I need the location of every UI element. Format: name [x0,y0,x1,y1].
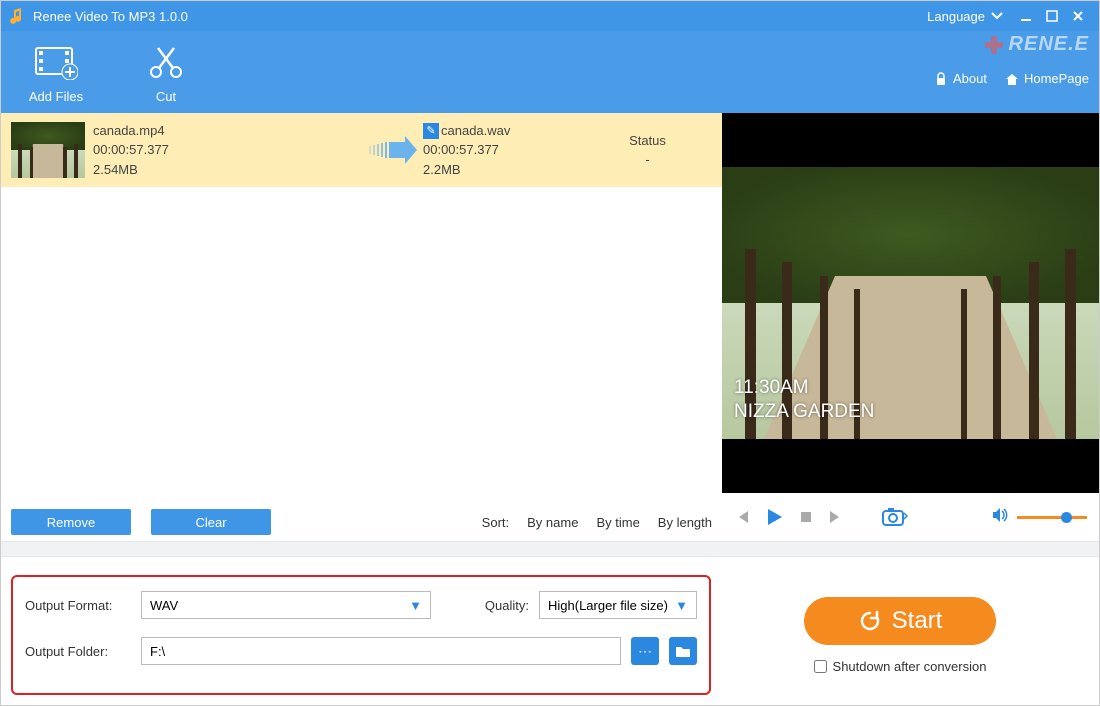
chevron-down-icon: ▼ [409,598,422,613]
toolbar: Add Files Cut RENE.E About HomePage [1,31,1099,113]
sort-by-name[interactable]: By name [527,515,578,530]
toolbar-right-links: About HomePage [934,71,1089,86]
prev-button[interactable] [734,509,750,525]
video-preview[interactable]: 11:30AM NIZZA GARDEN [722,113,1099,493]
about-link[interactable]: About [934,71,987,86]
player-controls [722,493,1099,541]
separator [1,541,1099,557]
next-button[interactable] [828,509,844,525]
brand-logo: RENE.E [983,33,1089,56]
arrow-icon [363,136,423,164]
output-folder-input[interactable] [141,637,621,665]
preview-column: 11:30AM NIZZA GARDEN [722,113,1099,541]
maximize-button[interactable] [1039,3,1065,29]
overlay-time: 11:30AM [734,376,874,401]
status-value: - [583,150,712,170]
volume-slider[interactable] [1017,516,1087,519]
app-icon [9,8,25,24]
start-label: Start [892,607,943,635]
source-duration: 00:00:57.377 [93,140,363,160]
shutdown-label: Shutdown after conversion [833,659,987,674]
cut-button[interactable]: Cut [111,39,221,104]
left-column: canada.mp4 00:00:57.377 2.54MB [1,113,722,541]
dest-info: ✎canada.wav 00:00:57.377 2.2MB [423,121,583,180]
sort-area: Sort: By name By time By length [482,515,712,530]
status-column: Status - [583,131,712,170]
shutdown-checkbox[interactable] [814,660,827,673]
language-label: Language [927,9,985,24]
file-list: canada.mp4 00:00:57.377 2.54MB [1,113,722,503]
scissors-icon [111,39,221,85]
add-files-label: Add Files [1,89,111,104]
more-button[interactable]: ⋯ [631,637,659,665]
source-filename: canada.mp4 [93,121,363,141]
bottom-panel: Output Format: WAV ▼ Quality: High(Large… [1,557,1099,705]
add-files-button[interactable]: Add Files [1,39,111,104]
list-toolbar: Remove Clear Sort: By name By time By le… [1,503,722,541]
dest-size: 2.2MB [423,160,583,180]
browse-folder-button[interactable] [669,637,697,665]
chevron-down-icon [991,12,1003,20]
titlebar: Renee Video To MP3 1.0.0 Language [1,1,1099,31]
output-format-select[interactable]: WAV ▼ [141,591,431,619]
source-thumbnail [11,122,85,178]
shutdown-checkbox-row[interactable]: Shutdown after conversion [814,659,987,674]
status-header: Status [583,131,712,151]
sort-by-time[interactable]: By time [596,515,639,530]
cut-label: Cut [111,89,221,104]
home-icon [1005,72,1019,86]
dest-filename: canada.wav [441,123,510,138]
language-menu[interactable]: Language [927,9,1003,24]
source-size: 2.54MB [93,160,363,180]
preview-overlay: 11:30AM NIZZA GARDEN [734,376,874,425]
lock-icon [934,72,948,86]
remove-button[interactable]: Remove [11,509,131,535]
volume-icon[interactable] [991,507,1009,528]
output-folder-label: Output Folder: [25,644,131,659]
stop-button[interactable] [798,509,814,525]
snapshot-button[interactable] [882,507,908,527]
file-row[interactable]: canada.mp4 00:00:57.377 2.54MB [1,113,722,187]
edit-icon[interactable]: ✎ [423,123,439,139]
output-settings: Output Format: WAV ▼ Quality: High(Large… [11,575,711,695]
chevron-down-icon: ▼ [675,598,688,613]
homepage-link[interactable]: HomePage [1005,71,1089,86]
quality-value: High(Larger file size) [548,598,675,613]
play-button[interactable] [764,507,784,527]
output-format-value: WAV [150,598,409,613]
app-title: Renee Video To MP3 1.0.0 [33,9,927,24]
close-button[interactable] [1065,3,1091,29]
volume-area [991,507,1087,528]
sort-label: Sort: [482,515,509,530]
film-add-icon [1,39,111,85]
plus-logo-icon [983,34,1005,56]
overlay-place: NIZZA GARDEN [734,400,874,425]
dest-duration: 00:00:57.377 [423,140,583,160]
minimize-button[interactable] [1013,3,1039,29]
main-area: canada.mp4 00:00:57.377 2.54MB [1,113,1099,541]
clear-button[interactable]: Clear [151,509,271,535]
start-area: Start Shutdown after conversion [711,575,1089,695]
start-button[interactable]: Start [804,597,996,645]
source-info: canada.mp4 00:00:57.377 2.54MB [93,121,363,180]
refresh-icon [858,609,882,633]
quality-select[interactable]: High(Larger file size) ▼ [539,591,697,619]
sort-by-length[interactable]: By length [658,515,712,530]
quality-label: Quality: [485,598,529,613]
output-format-label: Output Format: [25,598,131,613]
